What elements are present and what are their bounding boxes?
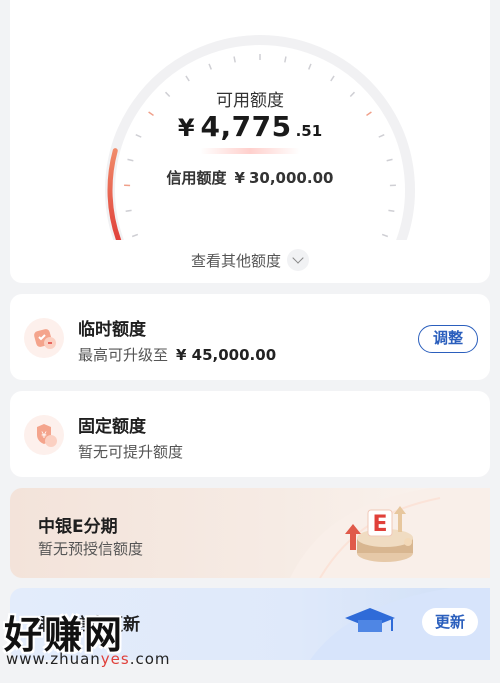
gauge-tick (388, 209, 395, 213)
shield-icon: ¥ (24, 415, 64, 455)
available-amount-integer: 4,775 (200, 110, 292, 143)
gauge-tick (127, 158, 134, 162)
temp-limit-card[interactable]: 临时额度 最高可升级至 ¥ 45,000.00 调整 (10, 294, 490, 380)
fixed-limit-card[interactable]: ¥ 固定额度 暂无可提升额度 (10, 391, 490, 477)
e-installment-card[interactable]: E 中银E分期 暂无预授信额度 (10, 488, 490, 578)
available-credit-card: 可用额度 ¥4,775.51 信用额度 ¥30,000.00 查看其他额度 (10, 0, 490, 283)
available-credit-amount: ¥4,775.51 (10, 110, 490, 143)
gauge-tick (208, 63, 212, 70)
credit-limit-currency: ¥ (234, 169, 245, 187)
gauge-tick (185, 75, 190, 82)
temp-limit-sub-value: ¥ 45,000.00 (176, 346, 277, 364)
temp-limit-subtitle: 最高可升级至 ¥ 45,000.00 (78, 344, 276, 365)
e-installment-title: 中银E分期 (38, 517, 118, 537)
view-other-limits-button[interactable]: 查看其他额度 (10, 248, 490, 273)
e-installment-illustration: E (290, 488, 490, 578)
adjust-button[interactable]: 调整 (418, 325, 478, 353)
chevron-down-icon (287, 248, 309, 271)
gauge-tick (284, 56, 287, 63)
e-installment-subtitle: 暂无预授信额度 (38, 540, 144, 558)
credit-limit-value: 30,000.00 (248, 169, 334, 187)
temp-limit-title: 临时额度 (78, 320, 146, 340)
gauge-tick (131, 233, 139, 238)
gauge-tick (330, 75, 335, 82)
amount-underline (200, 148, 300, 154)
temp-limit-icon (24, 318, 64, 358)
gauge-tick (125, 209, 132, 213)
currency-symbol: ¥ (177, 114, 195, 142)
credit-limit-label: 信用额度 (166, 169, 227, 187)
svg-text:E: E (372, 512, 387, 537)
fixed-limit-title: 固定额度 (78, 417, 146, 437)
gauge-tick (386, 158, 393, 162)
fixed-limit-subtitle: 暂无可提升额度 (78, 443, 184, 461)
credit-limit-line: 信用额度 ¥30,000.00 (10, 167, 490, 188)
gauge-tick (233, 56, 236, 63)
site-watermark: 好赚网 www.zhuanyes.com (4, 604, 204, 683)
update-button[interactable]: 更新 (422, 608, 478, 636)
gauge-tick (308, 63, 312, 70)
temp-limit-sub-label: 最高可升级至 (78, 346, 169, 364)
available-credit-label: 可用额度 (216, 91, 284, 111)
view-other-limits-label: 查看其他额度 (190, 252, 281, 270)
watermark-url: www.zhuanyes.com (6, 650, 171, 668)
gauge-tick (381, 233, 389, 238)
available-amount-decimal: .51 (295, 122, 323, 140)
